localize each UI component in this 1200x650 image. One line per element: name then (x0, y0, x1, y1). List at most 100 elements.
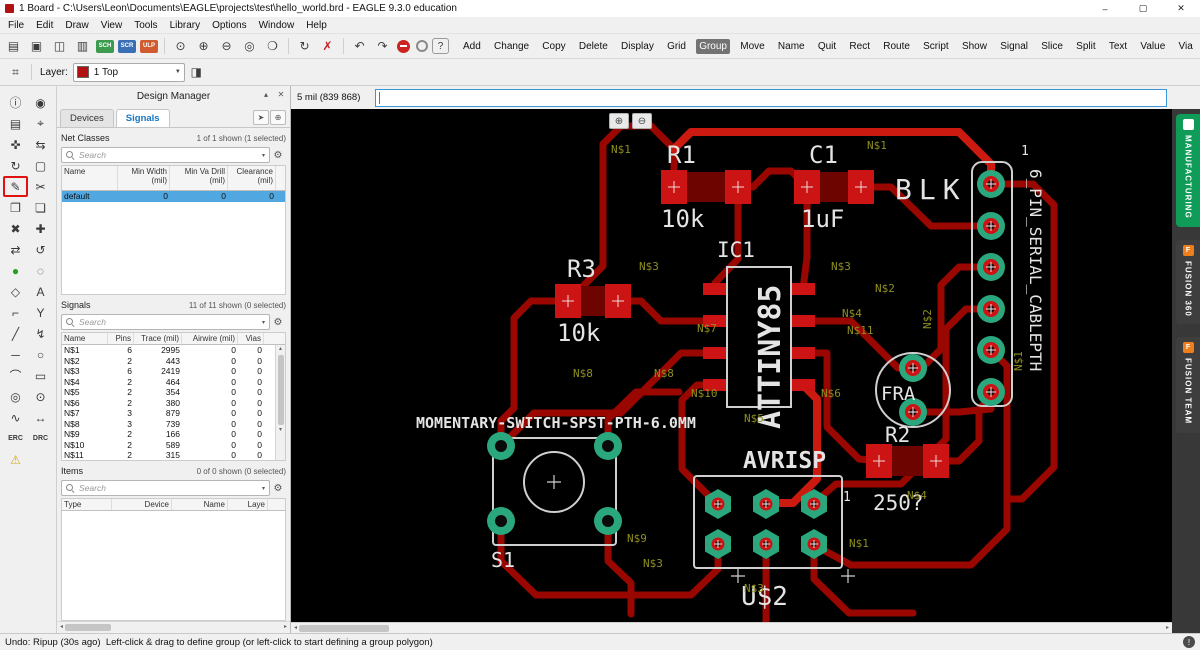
tab-signals[interactable]: Signals (115, 109, 170, 127)
zoom-redraw-icon[interactable]: ◎ (239, 37, 260, 56)
polygon-tool[interactable]: ◇ (3, 281, 28, 302)
ratsnest-tool[interactable]: ● (3, 260, 28, 281)
scrollbar-thumb[interactable] (277, 355, 284, 426)
toolbar-button-via[interactable]: Via (1176, 39, 1196, 54)
schematic-icon[interactable]: SCH (96, 39, 114, 53)
replace-tool[interactable]: ↺ (28, 239, 53, 260)
zoom-fit-icon[interactable]: ⊙ (170, 37, 191, 56)
table-row[interactable]: N$9 2 166 0 0 (62, 429, 274, 440)
paste-tool[interactable]: ❏ (28, 197, 53, 218)
cancel-icon[interactable]: ✗ (317, 37, 338, 56)
highlight-selected-icon[interactable]: ➤ (253, 110, 269, 125)
stop-icon[interactable] (397, 39, 410, 53)
menu-window[interactable]: Window (253, 20, 301, 31)
filter-settings-icon[interactable]: ⚙ (270, 483, 286, 494)
ic-pad[interactable] (791, 315, 815, 327)
tab-devices[interactable]: Devices (60, 109, 114, 127)
via-tool[interactable]: ◎ (3, 386, 28, 407)
minimize-button[interactable]: – (1086, 0, 1124, 17)
close-button[interactable]: ✕ (1162, 0, 1200, 17)
errors-tool[interactable]: ⚠ (3, 449, 28, 470)
toolbar-button-copy[interactable]: Copy (539, 39, 568, 54)
table-row[interactable]: N$4 2 464 0 0 (62, 377, 274, 388)
board-file-icon[interactable]: ▤ (3, 37, 24, 56)
column-header[interactable]: Airwire (mil) (182, 333, 238, 345)
items-search[interactable]: Search ▾ (61, 480, 270, 497)
column-header[interactable]: Name (172, 499, 228, 511)
rotate-tool[interactable]: ↻ (3, 155, 28, 176)
zoom-select-icon[interactable]: ❍ (262, 37, 283, 56)
ic-pad[interactable] (703, 283, 727, 295)
table-row[interactable]: N$10 2 589 0 0 (62, 440, 274, 451)
route-tool[interactable]: ╱ (3, 323, 28, 344)
table-row[interactable]: N$6 2 380 0 0 (62, 398, 274, 409)
column-header[interactable]: Clearance (mil) (228, 166, 276, 190)
toolbar-button-grid[interactable]: Grid (664, 39, 689, 54)
net-classes-search[interactable]: Search ▾ (61, 147, 270, 163)
canvas-scrollbar-horizontal[interactable]: ◂ ▸ (291, 622, 1172, 633)
toolbar-button-group[interactable]: Group (696, 38, 730, 54)
cam-processor-icon[interactable]: ▥ (72, 37, 93, 56)
zoom-selected-icon[interactable]: ⊕ (270, 110, 286, 125)
menu-view[interactable]: View (95, 20, 129, 31)
panel-scrollbar-horizontal[interactable]: ◂ ▸ (57, 621, 290, 633)
move-tool[interactable]: ✜ (3, 134, 28, 155)
save-icon[interactable]: ▣ (26, 37, 47, 56)
maximize-button[interactable]: ▢ (1124, 0, 1162, 17)
toolbar-button-delete[interactable]: Delete (576, 39, 611, 54)
copy-tool[interactable]: ❐ (3, 197, 28, 218)
toolbar-button-route[interactable]: Route (880, 39, 913, 54)
scroll-down-icon[interactable]: ▾ (279, 426, 282, 435)
toolbar-button-text[interactable]: Text (1106, 39, 1130, 54)
manufacturing-tab[interactable]: MANUFACTURING (1176, 114, 1200, 227)
panel-collapse-icon[interactable]: ▴ (260, 90, 272, 99)
table-row[interactable]: N$2 2 443 0 0 (62, 356, 274, 367)
column-header[interactable]: Min Va Drill (mil) (170, 166, 228, 190)
mirror-tool[interactable]: ⇆ (28, 134, 53, 155)
scroll-right-icon[interactable]: ▸ (1166, 624, 1169, 633)
toolbar-button-add[interactable]: Add (460, 39, 484, 54)
canvas-zoom-out-button[interactable]: ⊖ (632, 113, 652, 129)
column-header[interactable]: Name (62, 333, 108, 345)
menu-draw[interactable]: Draw (59, 20, 94, 31)
toolbar-button-move[interactable]: Move (737, 39, 767, 54)
table-row[interactable]: default 0 0 0 (62, 191, 285, 202)
group-tool[interactable]: ▢ (28, 155, 53, 176)
table-row[interactable]: N$7 3 879 0 0 (62, 408, 274, 419)
delete-tool[interactable]: ✖ (3, 218, 28, 239)
table-row[interactable]: N$3 6 2419 0 0 (62, 366, 274, 377)
toolbar-button-display[interactable]: Display (618, 39, 657, 54)
split-tool[interactable]: Y (28, 302, 53, 323)
grid-settings-icon[interactable]: ⌗ (5, 63, 26, 82)
column-header[interactable]: Device (112, 499, 172, 511)
ic-pad[interactable] (703, 347, 727, 359)
scroll-left-icon[interactable]: ◂ (294, 624, 297, 633)
command-input[interactable] (375, 88, 1167, 107)
menu-help[interactable]: Help (300, 20, 333, 31)
fusion-team-tab[interactable]: F FUSION TEAM (1176, 337, 1200, 433)
toolbar-button-change[interactable]: Change (491, 39, 532, 54)
toolbar-button-name[interactable]: Name (775, 39, 808, 54)
signals-scrollbar[interactable]: ▴ ▾ (275, 345, 285, 461)
pinswap-tool[interactable]: ⇄ (3, 239, 28, 260)
zoom-out-icon[interactable]: ⊖ (216, 37, 237, 56)
filter-settings-icon[interactable]: ⚙ (270, 150, 286, 161)
toolbar-button-script[interactable]: Script (920, 39, 952, 54)
column-header[interactable]: Trace (mil) (134, 333, 182, 345)
toolbar-button-split[interactable]: Split (1073, 39, 1098, 54)
pause-icon[interactable] (416, 40, 428, 52)
wire-tool[interactable]: ─ (3, 344, 28, 365)
layer-dropdown[interactable]: 1 Top ▼ (72, 62, 185, 82)
signal-tool[interactable]: ∿ (3, 407, 28, 428)
filter-settings-icon[interactable]: ⚙ (270, 317, 286, 328)
canvas-zoom-in-button[interactable]: ⊕ (609, 113, 629, 129)
table-row[interactable]: N$8 3 739 0 0 (62, 419, 274, 430)
menu-edit[interactable]: Edit (30, 20, 59, 31)
cut-tool[interactable]: ✂ (28, 176, 53, 197)
pcb-canvas[interactable]: R1 10k C1 1uF BLK IC1 R3 10k MOMENTARY-SWITCH-SP… (291, 109, 1172, 622)
table-row[interactable]: N$11 2 315 0 0 (62, 450, 274, 460)
display-layers-tool[interactable]: ▤ (3, 113, 28, 134)
layer-display-icon[interactable]: ◨ (186, 63, 207, 82)
menu-library[interactable]: Library (164, 20, 207, 31)
toolbar-button-signal[interactable]: Signal (997, 39, 1031, 54)
